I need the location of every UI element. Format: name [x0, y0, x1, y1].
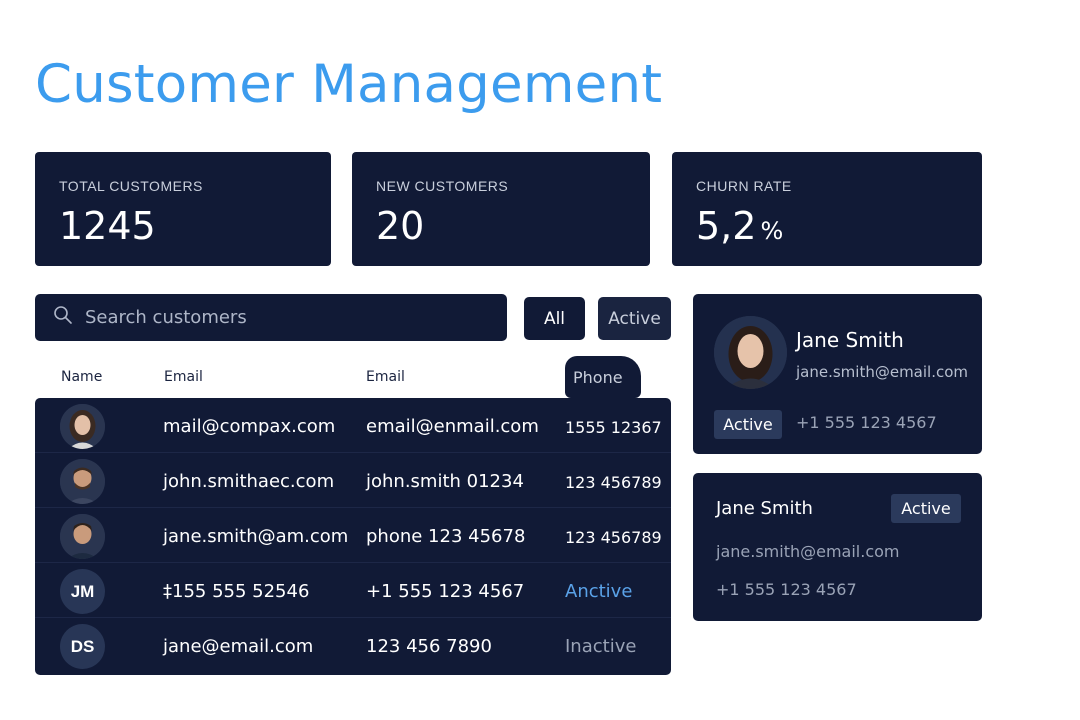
table-cell: email@enmail.com — [366, 416, 539, 437]
table-row[interactable]: mail@compax.com email@enmail.com 1555 12… — [35, 398, 671, 453]
avatar — [60, 404, 105, 449]
table-row[interactable]: JM ‡155 555 52546 +1 555 123 4567 Anctiv… — [35, 563, 671, 618]
stat-label: CHURN RATE — [696, 178, 792, 194]
avatar — [60, 514, 105, 559]
table-cell: ‡155 555 52546 — [163, 581, 310, 602]
customer-name: Jane Smith — [796, 328, 904, 352]
stat-label: NEW CUSTOMERS — [376, 178, 509, 194]
stat-value: 5,2% — [696, 204, 784, 248]
table-cell: 1555 12367 — [565, 418, 662, 437]
stat-value: 20 — [376, 204, 425, 248]
table-cell: jane.smith@am.com — [163, 526, 349, 547]
avatar-initials: JM — [60, 569, 105, 614]
avatar-initials: DS — [60, 624, 105, 669]
table-row[interactable]: jane.smith@am.com phone 123 45678 123 45… — [35, 508, 671, 563]
customer-email[interactable]: jane.smith@email.com — [796, 363, 968, 381]
customer-phone: +1 555 123 4567 — [796, 413, 937, 432]
table-cell: john.smith 01234 — [366, 471, 524, 492]
customer-table: mail@compax.com email@enmail.com 1555 12… — [35, 398, 671, 675]
status-badge: Active — [714, 410, 782, 439]
column-header-email[interactable]: Email — [164, 369, 203, 385]
stat-unit: % — [760, 217, 784, 245]
avatar — [60, 459, 105, 504]
customer-phone: +1 555 123 4567 — [716, 580, 857, 599]
search-input[interactable]: Search customers — [35, 294, 507, 341]
search-icon — [53, 305, 73, 330]
table-cell: 123 456789 — [565, 528, 662, 547]
filter-all-button[interactable]: All — [524, 297, 585, 340]
avatar — [714, 316, 787, 389]
table-row[interactable]: DS jane@email.com 123 456 7890 Inactive — [35, 618, 671, 673]
customer-email[interactable]: jane.smith@email.com — [716, 542, 899, 561]
table-row[interactable]: john.smithaec.com john.smith 01234 123 4… — [35, 453, 671, 508]
table-cell: 123 456789 — [565, 473, 662, 492]
table-cell: john.smithaec.com — [163, 471, 335, 492]
customer-name: Jane Smith — [716, 498, 813, 519]
customer-contact-card[interactable]: Jane Smith Active jane.smith@email.com +… — [693, 473, 982, 621]
stat-card-new-customers: NEW CUSTOMERS 20 — [352, 152, 650, 266]
stat-value: 1245 — [59, 204, 156, 248]
status-text: Inactive — [565, 636, 637, 657]
filter-active-button[interactable]: Active — [598, 297, 671, 340]
column-header-phone[interactable]: Phone — [565, 356, 641, 398]
status-link[interactable]: Anctive — [565, 581, 632, 602]
stat-card-churn-rate: CHURN RATE 5,2% — [672, 152, 982, 266]
search-placeholder: Search customers — [85, 307, 247, 328]
page-title: Customer Management — [35, 54, 663, 115]
table-cell: mail@compax.com — [163, 416, 336, 437]
status-badge: Active — [891, 494, 961, 523]
customer-profile-card[interactable]: Jane Smith jane.smith@email.com Active +… — [693, 294, 982, 454]
table-cell: jane@email.com — [163, 636, 314, 657]
table-cell: 123 456 7890 — [366, 636, 492, 657]
table-cell: +1 555 123 4567 — [366, 581, 525, 602]
column-header-email-2[interactable]: Email — [366, 369, 405, 385]
column-header-name[interactable]: Name — [61, 369, 102, 385]
table-cell: phone 123 45678 — [366, 526, 526, 547]
stat-card-total-customers: TOTAL CUSTOMERS 1245 — [35, 152, 331, 266]
stat-label: TOTAL CUSTOMERS — [59, 178, 203, 194]
